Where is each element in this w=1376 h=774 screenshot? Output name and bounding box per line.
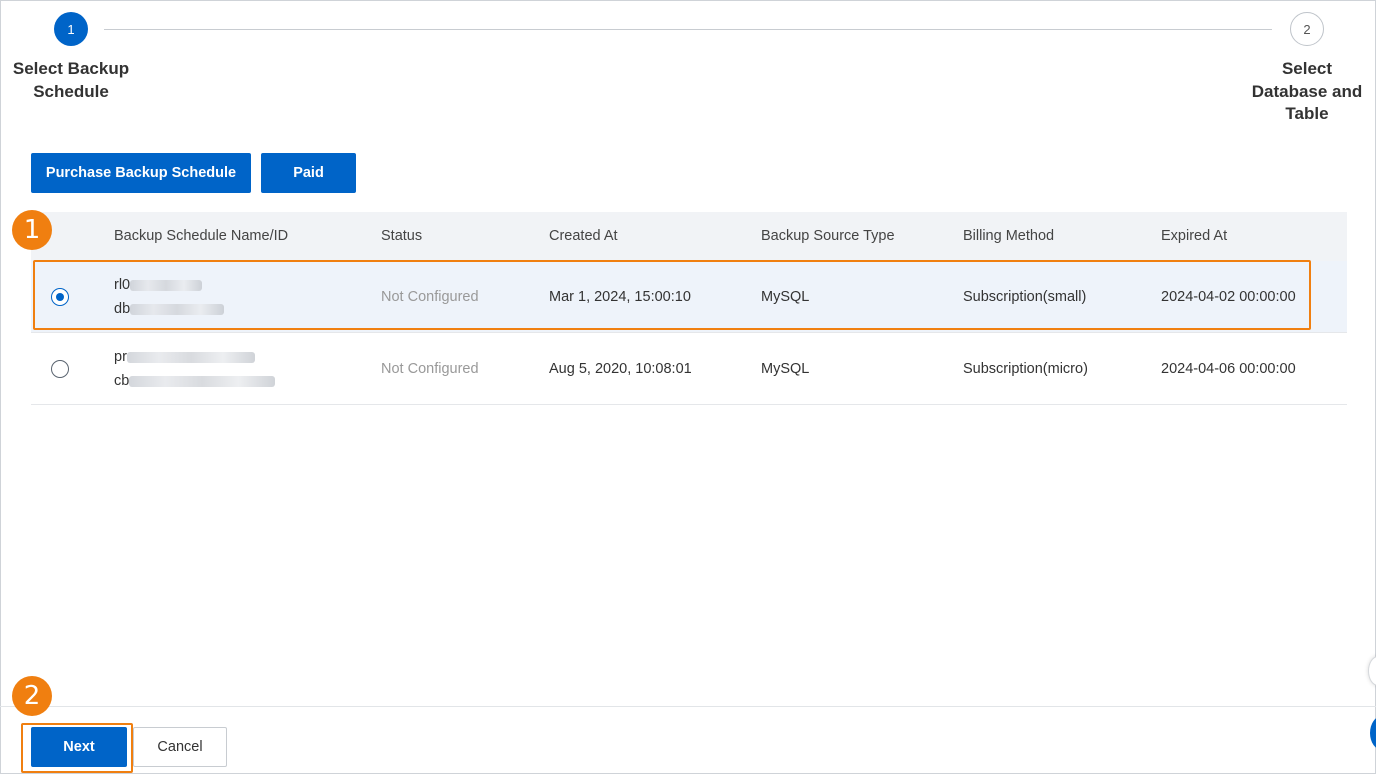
step-2-label-line3: Table xyxy=(1285,104,1329,123)
stepper-connector xyxy=(104,29,1272,30)
column-header-source-type: Backup Source Type xyxy=(761,228,895,244)
footer-divider xyxy=(0,706,1376,707)
schedule-name-id-cell: pr cb xyxy=(114,345,276,393)
step-1-label-line2: Schedule xyxy=(33,81,109,101)
source-type-cell: MySQL xyxy=(761,361,810,377)
billing-method-cell: Subscription(micro) xyxy=(963,361,1088,377)
annotation-badge-2: 2 xyxy=(12,676,52,716)
schedule-name: pr xyxy=(114,349,127,365)
redacted-text xyxy=(126,351,255,363)
column-header-expired-at: Expired At xyxy=(1161,228,1228,244)
step-1-label: Select Backup Schedule xyxy=(8,58,134,103)
column-header-created-at: Created At xyxy=(549,228,618,244)
row-select-radio[interactable] xyxy=(51,360,69,378)
created-at-cell: Aug 5, 2020, 10:08:01 xyxy=(549,361,692,377)
column-header-billing-method: Billing Method xyxy=(963,228,1055,244)
column-header-status: Status xyxy=(381,228,423,244)
table-row[interactable]: pr cb Not Configured Aug 5, 2020, 10:08:… xyxy=(31,333,1347,405)
purchase-backup-schedule-button[interactable]: Purchase Backup Schedule xyxy=(31,153,251,193)
table-header: Backup Schedule Name/ID Status Created A… xyxy=(31,212,1347,261)
step-2-indicator: 2 xyxy=(1290,12,1324,46)
step-2-label-line2: Database and xyxy=(1251,81,1363,101)
annotation-highlight-next xyxy=(21,723,133,773)
redacted-text xyxy=(129,375,276,387)
annotation-badge-1: 1 xyxy=(12,210,52,250)
cancel-button[interactable]: Cancel xyxy=(133,727,227,767)
annotation-highlight-row xyxy=(33,260,1311,330)
paid-button[interactable]: Paid xyxy=(261,153,356,193)
schedule-id: cb xyxy=(114,373,130,389)
column-header-name: Backup Schedule Name/ID xyxy=(114,228,289,244)
status-cell: Not Configured xyxy=(381,361,479,377)
step-2-label: Select Database and Table xyxy=(1246,58,1368,126)
step-1-indicator: 1 xyxy=(54,12,88,46)
step-2-label-line1: Select xyxy=(1281,59,1333,78)
expired-at-cell: 2024-04-06 00:00:00 xyxy=(1161,361,1296,377)
step-1-label-line1: Select Backup xyxy=(12,59,130,78)
